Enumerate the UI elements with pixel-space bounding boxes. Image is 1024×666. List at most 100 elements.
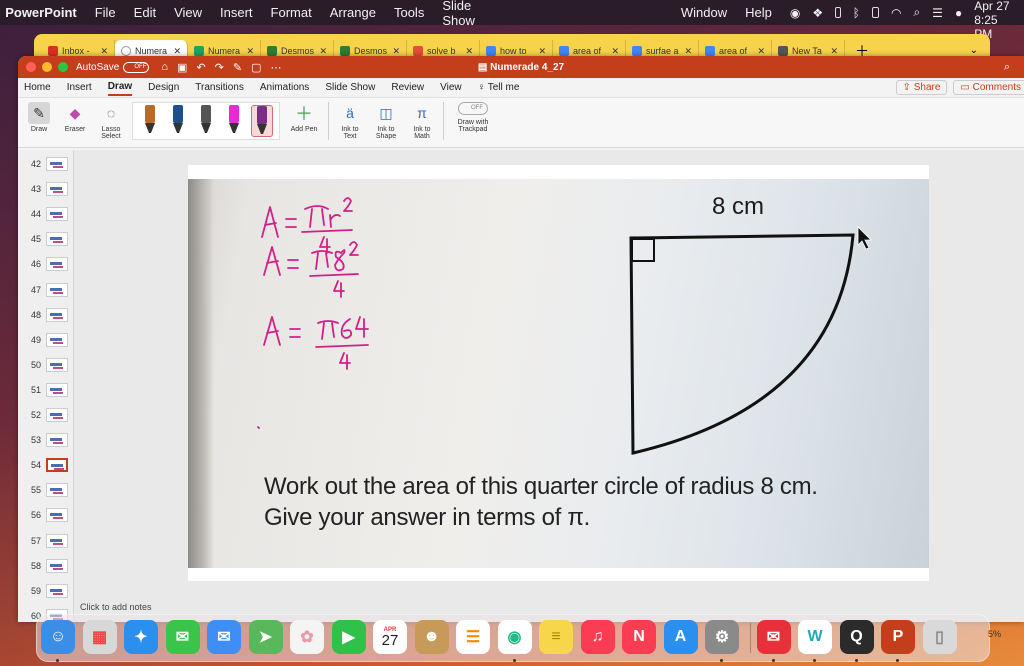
undo-icon[interactable]: ↶	[196, 61, 205, 74]
close-tab-icon[interactable]: ✕	[611, 46, 619, 57]
messages-icon[interactable]: ✉	[165, 620, 200, 654]
notes-placeholder[interactable]: Click to add notes	[80, 602, 152, 612]
tell-me[interactable]: ♀ Tell me	[478, 80, 520, 95]
slide-thumbnail[interactable]: 47	[18, 280, 74, 300]
slide-thumbnail[interactable]: 50	[18, 355, 74, 375]
pen-1-button[interactable]	[139, 105, 161, 137]
display-icon[interactable]	[835, 7, 841, 18]
mail-icon[interactable]: ✉	[207, 620, 241, 654]
tab-review[interactable]: Review	[391, 80, 424, 95]
pen-5-button[interactable]	[251, 105, 273, 137]
menu-help[interactable]: Help	[745, 5, 772, 20]
slide-thumbnail[interactable]: 58	[18, 556, 74, 576]
search-icon[interactable]: ⌕	[1004, 61, 1010, 74]
tab-view[interactable]: View	[440, 80, 462, 95]
music-icon[interactable]: ♫	[580, 620, 615, 654]
close-tab-icon[interactable]: ✕	[830, 46, 838, 57]
close-tab-icon[interactable]: ✕	[392, 46, 400, 57]
tab-transitions[interactable]: Transitions	[195, 80, 244, 95]
system-preferences-icon[interactable]: ⚙	[705, 620, 739, 654]
slide-thumbnail[interactable]: 42	[18, 154, 74, 174]
minimize-window-button[interactable]	[42, 62, 52, 72]
finder-icon[interactable]: ☺	[41, 620, 75, 654]
contacts-icon[interactable]: ☻	[414, 620, 449, 654]
home-icon[interactable]: ⌂	[161, 61, 168, 74]
draw-with-trackpad-button[interactable]: OFF Draw with Trackpad	[450, 102, 496, 133]
control-center-icon[interactable]: ☰	[932, 6, 943, 20]
tab-animations[interactable]: Animations	[260, 80, 309, 95]
slide-thumbnail[interactable]: 49	[18, 330, 74, 350]
autosave-control[interactable]: AutoSave OFF	[76, 61, 150, 73]
slide-thumbnail-pane[interactable]: 42 43 44 45 46 47 48 49 50 51 52 53 54 55 56 57 58 59 60	[18, 150, 74, 622]
slide-canvas[interactable]: 8 cm Work out the area of this quarter c…	[188, 165, 929, 581]
slide-thumbnail[interactable]: 43	[18, 179, 74, 199]
close-tab-icon[interactable]: ✕	[684, 46, 692, 57]
close-tab-icon[interactable]: ✕	[538, 46, 546, 57]
slide-thumbnail[interactable]: 51	[18, 380, 74, 400]
more-commands-icon[interactable]: ⋯	[271, 61, 282, 74]
save-icon[interactable]: ▣	[177, 61, 187, 74]
siri-icon[interactable]: ●	[955, 6, 962, 20]
format-painter-icon[interactable]: ✎	[233, 61, 242, 74]
ink-to-text-button[interactable]: ä Ink to Text	[335, 102, 365, 140]
tab-design[interactable]: Design	[148, 80, 179, 95]
slide-thumbnail[interactable]: 52	[18, 405, 74, 425]
tab-slide-show[interactable]: Slide Show	[325, 80, 375, 95]
chrome-icon[interactable]: ◉	[497, 620, 532, 654]
slide-thumbnail[interactable]: 44	[18, 204, 74, 224]
close-tab-icon[interactable]: ✕	[319, 46, 327, 57]
slide-thumbnail[interactable]: 46	[18, 254, 74, 274]
redo-icon[interactable]: ↷	[215, 61, 224, 74]
battery-icon[interactable]	[871, 7, 879, 18]
close-tab-icon[interactable]: ✕	[465, 46, 473, 57]
lasso-select-button[interactable]: ◌ Lasso Select	[96, 102, 126, 140]
eraser-button[interactable]: ◆ Eraser	[60, 102, 90, 134]
tab-draw[interactable]: Draw	[107, 79, 133, 96]
slide-thumbnail[interactable]: 59	[18, 581, 74, 601]
app-store-icon[interactable]: A	[663, 620, 698, 654]
menu-tools[interactable]: Tools	[394, 5, 424, 20]
menu-edit[interactable]: Edit	[134, 5, 156, 20]
zoom-window-button[interactable]	[58, 62, 68, 72]
menu-view[interactable]: View	[174, 5, 202, 20]
slide-thumbnail[interactable]: 45	[18, 229, 74, 249]
add-pen-button[interactable]: ＋ Add Pen	[286, 102, 322, 133]
slide-thumbnail[interactable]: 54	[18, 455, 74, 475]
menu-format[interactable]: Format	[271, 5, 312, 20]
ink-to-shape-button[interactable]: ◫ Ink to Shape	[371, 102, 401, 141]
launchpad-icon[interactable]: ▦	[82, 620, 117, 654]
reminders-icon[interactable]: ☰	[456, 620, 490, 654]
slide-thumbnail[interactable]: 57	[18, 531, 74, 551]
maps-icon[interactable]: ➤	[248, 620, 283, 654]
pen-4-button[interactable]	[223, 105, 245, 137]
pen-3-button[interactable]	[195, 105, 217, 137]
dropbox-icon[interactable]: ❖	[812, 6, 823, 20]
quicktime-icon[interactable]: Q	[839, 620, 874, 654]
menu-file[interactable]: File	[95, 5, 116, 20]
menu-window[interactable]: Window	[681, 5, 727, 20]
app-menu[interactable]: PowerPoint	[5, 5, 77, 20]
pen-2-button[interactable]	[167, 105, 189, 137]
tab-insert[interactable]: Insert	[67, 80, 92, 95]
wifi-icon[interactable]: ◠	[891, 6, 901, 20]
close-window-button[interactable]	[26, 62, 36, 72]
news-icon[interactable]: N	[622, 620, 656, 654]
record-icon[interactable]: ◉	[790, 6, 800, 20]
menu-slide-show[interactable]: Slide Show	[442, 0, 475, 28]
menu-insert[interactable]: Insert	[220, 5, 253, 20]
slide-thumbnail[interactable]: 48	[18, 305, 74, 325]
trash-icon[interactable]: ▯	[922, 620, 957, 654]
close-tab-icon[interactable]: ✕	[100, 46, 108, 57]
powerpoint-icon[interactable]: P	[881, 620, 915, 654]
share-button[interactable]: ⇪ Share	[895, 80, 948, 95]
new-document-icon[interactable]: ▢	[251, 61, 261, 74]
menu-arrange[interactable]: Arrange	[330, 5, 376, 20]
spotlight-icon[interactable]: ⌕	[913, 5, 920, 20]
slide-thumbnail[interactable]: 55	[18, 480, 74, 500]
slide-thumbnail[interactable]: 56	[18, 505, 74, 525]
notes-icon[interactable]: ≡	[539, 620, 573, 654]
word-w-icon[interactable]: W	[798, 620, 832, 654]
autosave-toggle[interactable]: OFF	[123, 61, 150, 73]
zoom-level[interactable]: 5%	[988, 629, 1001, 639]
airmail-icon[interactable]: ✉	[756, 620, 791, 654]
